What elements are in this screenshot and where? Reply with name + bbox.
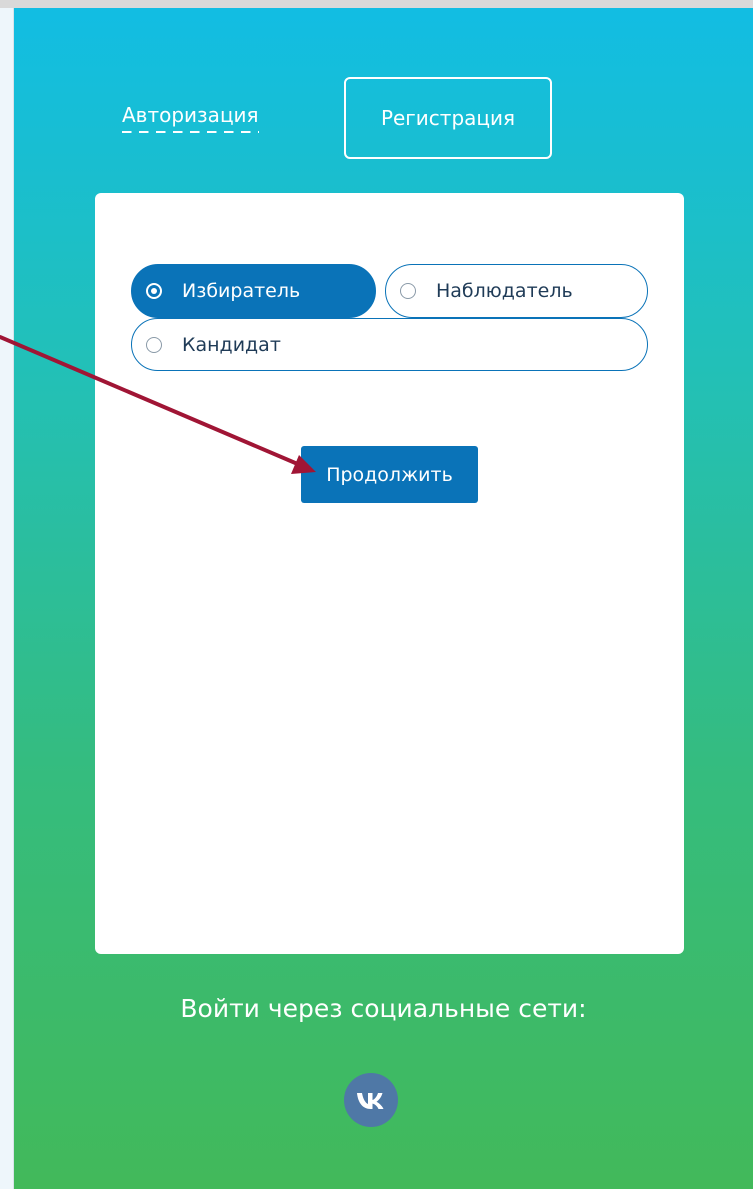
tab-registration[interactable]: Регистрация [344, 77, 552, 159]
top-strip [0, 0, 753, 8]
tab-authorization[interactable]: Авторизация [122, 103, 259, 133]
social-login-title: Войти через социальные сети: [180, 994, 587, 1023]
role-candidate-label: Кандидат [182, 333, 281, 356]
role-voter-option[interactable]: Избиратель [131, 264, 376, 318]
role-candidate-option[interactable]: Кандидат [131, 318, 648, 371]
auth-panel: Авторизация Регистрация Избиратель Наблю… [14, 8, 753, 1189]
radio-selected-icon[interactable] [146, 283, 162, 299]
radio-empty-icon[interactable] [400, 283, 416, 299]
radio-empty-icon[interactable] [146, 336, 162, 353]
continue-button[interactable]: Продолжить [301, 446, 478, 503]
role-voter-label: Избиратель [182, 280, 301, 302]
role-observer-option[interactable]: Наблюдатель [385, 264, 648, 318]
vk-logo-icon [357, 1093, 384, 1109]
registration-card: Избиратель Наблюдатель Кандидат Продолжи… [95, 193, 684, 954]
left-sidebar-edge [0, 8, 14, 1189]
vk-login-button[interactable] [344, 1073, 398, 1127]
role-observer-label: Наблюдатель [436, 280, 573, 302]
